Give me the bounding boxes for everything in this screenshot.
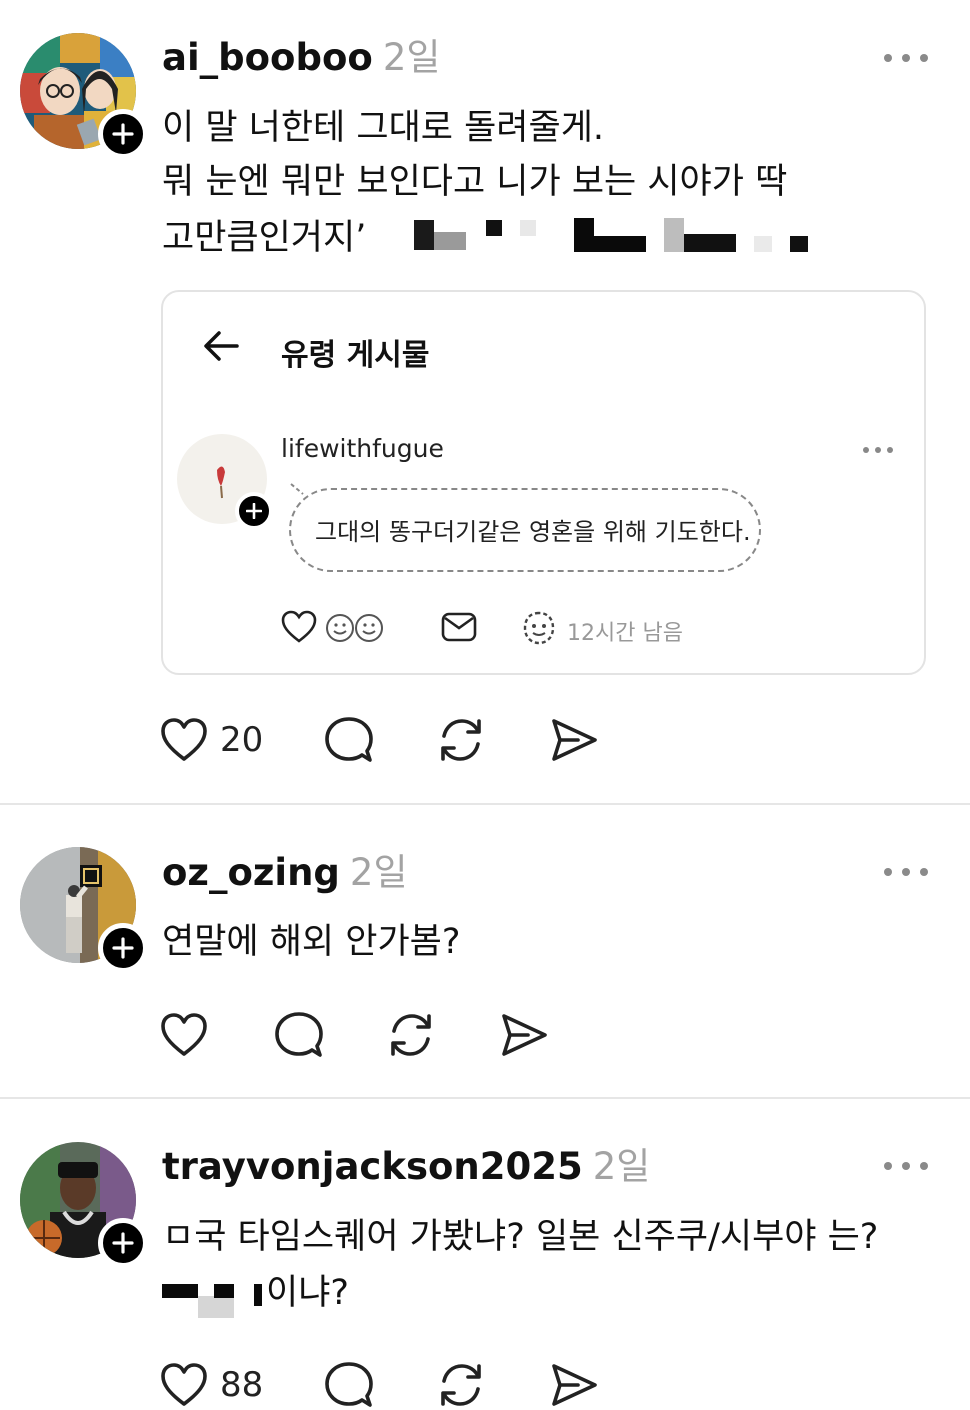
plus-icon (112, 937, 134, 959)
like-button[interactable] (160, 1009, 220, 1061)
post-time: 2일 (382, 36, 441, 79)
share-button[interactable] (550, 1359, 598, 1410)
action-bar (160, 1009, 560, 1061)
comment-icon (275, 1012, 323, 1057)
plus-icon (112, 123, 134, 145)
follow-plus-button[interactable] (235, 492, 273, 530)
share-button[interactable] (500, 1009, 548, 1061)
action-bar: 20 (160, 714, 620, 766)
mail-icon[interactable] (441, 612, 477, 642)
post-text-line: 연말에 해외 안가봄? (162, 922, 461, 962)
avatar-ai-booboo[interactable] (20, 33, 148, 159)
embed-title: 유령 게시물 (281, 338, 430, 373)
post-ai-booboo: ai_booboo 2일 이 말 너한테 그대로 돌려줄게. 뭐 눈엔 뭐만 보인… (0, 0, 970, 804)
post-text-line: ㅁ국 타임스퀘어 가봤냐? 일본 신주쿠/시부야 는? (162, 1217, 879, 1257)
like-button[interactable]: 88 (160, 1359, 263, 1410)
share-icon (552, 719, 597, 761)
repost-button[interactable] (386, 1009, 436, 1061)
post-text-line: 이 말 너한테 그대로 돌려줄게. (162, 108, 605, 148)
username[interactable]: oz_ozing (162, 851, 340, 894)
comment-icon (325, 1362, 373, 1407)
remaining-time: 12시간 남음 (567, 621, 683, 646)
more-icon[interactable] (884, 1156, 928, 1176)
bubble-tail (290, 483, 304, 495)
post-text-line: 뭐 눈엔 뭐만 보인다고 니가 보는 시야가 딱 (162, 162, 788, 202)
post-header: oz_ozing 2일 (162, 851, 408, 895)
comment-button[interactable] (324, 1359, 374, 1410)
ghost-icon (523, 611, 555, 645)
embed-text: 그대의 똥구더기같은 영혼을 위해 기도한다. (315, 518, 751, 546)
post-text-line: 고만큼인거지’ (162, 218, 367, 258)
post-header: ai_booboo 2일 (162, 36, 440, 80)
comment-button[interactable] (274, 1009, 324, 1061)
post-time: 2일 (592, 1145, 651, 1188)
heart-icon (161, 1363, 207, 1406)
post-time: 2일 (349, 851, 408, 894)
comment-button[interactable] (324, 714, 374, 766)
back-arrow-icon[interactable] (203, 330, 239, 366)
plus-icon (112, 1232, 134, 1254)
heart-icon (161, 1013, 207, 1056)
share-button[interactable] (550, 714, 598, 766)
like-count: 88 (220, 1365, 264, 1405)
repost-button[interactable] (436, 1359, 486, 1410)
avatar-oz-ozing[interactable] (20, 847, 148, 973)
repost-icon (441, 1364, 481, 1406)
like-count: 20 (220, 720, 264, 760)
comment-icon (325, 717, 373, 762)
follow-plus-button[interactable] (98, 1218, 148, 1268)
repost-button[interactable] (436, 714, 486, 766)
emoji-icon[interactable] (325, 612, 385, 644)
more-icon[interactable] (863, 447, 893, 457)
plus-icon (246, 503, 262, 519)
like-button[interactable]: 20 (160, 714, 263, 766)
heart-icon (161, 718, 207, 761)
embed-username[interactable]: lifewithfugue (281, 434, 444, 463)
username[interactable]: trayvonjackson2025 (162, 1145, 583, 1188)
follow-plus-button[interactable] (98, 923, 148, 973)
more-icon[interactable] (884, 48, 928, 68)
more-icon[interactable] (884, 862, 928, 882)
post-trayvonjackson2025: trayvonjackson2025 2일 ㅁ국 타임스퀘어 가봤냐? 일본 신주… (0, 1099, 970, 1410)
post-header: trayvonjackson2025 2일 (162, 1145, 650, 1189)
username[interactable]: ai_booboo (162, 36, 373, 79)
follow-plus-button[interactable] (98, 109, 148, 159)
share-icon (502, 1014, 547, 1056)
repost-icon (441, 719, 481, 761)
heart-icon[interactable] (281, 610, 317, 644)
avatar-trayvonjackson2025[interactable] (20, 1142, 148, 1268)
embedded-post-card[interactable]: 유령 게시물 lifewithfugue 그대의 똥구더기같은 영혼을 위해 기… (161, 290, 926, 675)
post-oz-ozing: oz_ozing 2일 연말에 해외 안가봄? (0, 805, 970, 1097)
post-text-line: 이냐? (266, 1273, 349, 1313)
share-icon (552, 1364, 597, 1406)
repost-icon (391, 1014, 431, 1056)
action-bar: 88 (160, 1359, 620, 1410)
